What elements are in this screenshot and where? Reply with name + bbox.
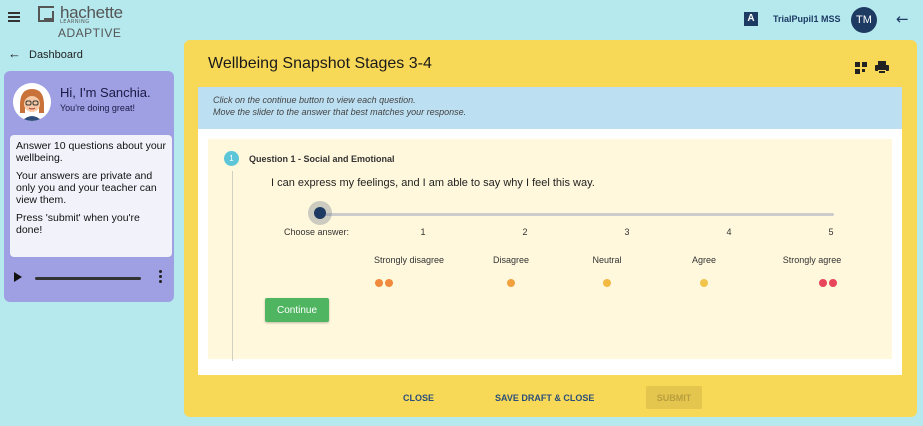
emoji-strongly-disagree-icon	[364, 272, 404, 291]
arrow-left-icon: ←	[8, 46, 21, 61]
answer-slider-thumb[interactable]	[314, 207, 326, 219]
logo-product: ADAPTIVE	[58, 26, 122, 40]
audio-progress-track[interactable]	[35, 277, 141, 280]
option-label: Neutral	[592, 255, 622, 265]
page-title: Wellbeing Snapshot Stages 3-4	[208, 55, 432, 72]
option-label: Strongly agree	[782, 255, 842, 265]
more-options-icon[interactable]	[159, 270, 162, 285]
dashboard-link[interactable]: ← Dashboard	[8, 46, 83, 61]
scale-tick: 5	[828, 227, 834, 237]
emoji-strongly-agree-icon	[808, 272, 848, 291]
instruction-line: Click on the continue button to view eac…	[213, 95, 416, 105]
instruction-line: Move the slider to the answer that best …	[213, 107, 467, 117]
assistant-greeting: Hi, I'm Sanchia.	[60, 85, 151, 100]
assistant-message: Press 'submit' when you're done!	[16, 212, 140, 236]
answer-slider-track[interactable]	[320, 213, 834, 216]
accessibility-icon[interactable]: A	[744, 12, 758, 26]
assistant-message: Your answers are private and only you an…	[16, 170, 157, 206]
scale-tick: 2	[522, 227, 528, 237]
step-connector	[232, 171, 233, 361]
audio-player	[10, 267, 170, 289]
question-number-badge: 1	[224, 151, 239, 166]
top-bar: hachette LEARNING ADAPTIVE A TrialPupil1…	[0, 0, 923, 40]
scale-tick: 1	[420, 227, 426, 237]
option-label: Agree	[691, 255, 717, 265]
instructions-banner: Click on the continue button to view eac…	[198, 87, 902, 129]
question-text: I can express my feelings, and I am able…	[271, 177, 595, 189]
emoji-disagree-icon	[491, 272, 531, 291]
question-area: 1 Question 1 - Social and Emotional I ca…	[198, 129, 902, 375]
option-label: Strongly disagree	[373, 255, 445, 265]
choose-answer-label: Choose answer:	[284, 227, 350, 237]
user-name[interactable]: TrialPupil1 MSS	[773, 14, 841, 24]
option-label: Disagree	[492, 255, 530, 265]
logo-mark-icon	[38, 6, 54, 22]
emoji-agree-icon	[684, 272, 724, 291]
print-icon[interactable]	[875, 61, 889, 74]
continue-button[interactable]: Continue	[265, 298, 329, 322]
emoji-neutral-icon	[587, 272, 627, 291]
assistant-avatar	[13, 83, 51, 121]
submit-button[interactable]: SUBMIT	[646, 386, 702, 409]
close-button[interactable]: CLOSE	[403, 386, 434, 410]
scale-tick: 4	[726, 227, 732, 237]
assistant-message: Answer 10 questions about your wellbeing…	[16, 140, 167, 164]
save-draft-close-button[interactable]: SAVE DRAFT & CLOSE	[495, 386, 594, 410]
qr-grid-icon[interactable]	[855, 62, 867, 74]
menu-icon[interactable]	[8, 12, 20, 22]
dashboard-label: Dashboard	[29, 49, 83, 61]
survey-card: Wellbeing Snapshot Stages 3-4 Click on t…	[184, 40, 917, 417]
play-icon[interactable]	[14, 272, 22, 282]
scale-tick: 3	[624, 227, 630, 237]
question-heading: Question 1 - Social and Emotional	[249, 154, 395, 164]
assistant-message-bubble: Answer 10 questions about your wellbeing…	[10, 135, 172, 257]
user-avatar[interactable]: TM	[851, 7, 877, 33]
back-arrow-icon[interactable]: ←	[896, 10, 909, 28]
logo-sub: LEARNING	[60, 19, 90, 25]
assistant-panel: Hi, I'm Sanchia. You're doing great! Ans…	[4, 71, 174, 302]
assistant-subtitle: You're doing great!	[60, 103, 135, 113]
question-panel: 1 Question 1 - Social and Emotional I ca…	[208, 139, 892, 361]
